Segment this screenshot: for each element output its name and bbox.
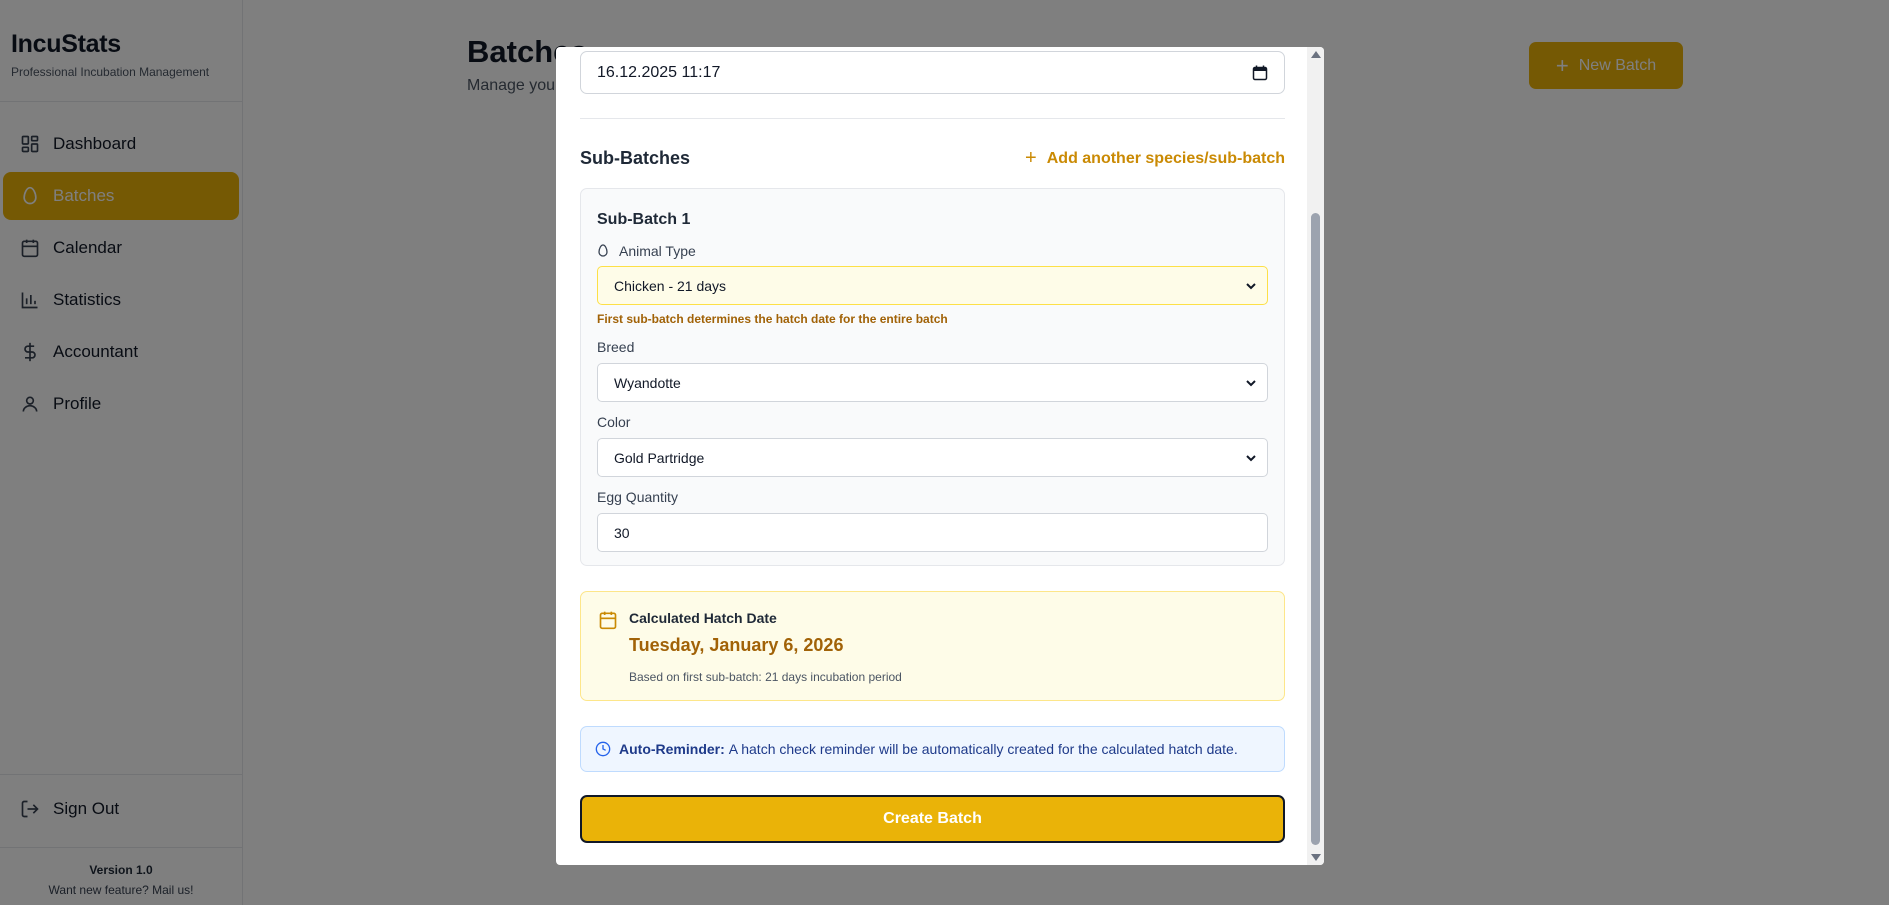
sub-batches-label: Sub-Batches — [580, 148, 691, 168]
auto-reminder-notice: Auto-Reminder: A hatch check reminder wi… — [580, 726, 1285, 772]
hatch-date-note: Based on first sub-batch: 21 days incuba… — [629, 670, 902, 684]
chevron-down-icon — [1246, 454, 1256, 461]
hatch-date-label: Calculated Hatch Date — [629, 610, 777, 626]
start-date-input[interactable]: 16.12.2025 11:17 — [580, 51, 1285, 94]
hatch-date-box: Calculated Hatch Date Tuesday, January 6… — [580, 591, 1285, 701]
color-label: Color — [597, 414, 631, 430]
color-value: Gold Partridge — [614, 449, 705, 466]
breed-label: Breed — [597, 339, 635, 355]
clock-icon — [595, 741, 611, 757]
sub-batch-title: Sub-Batch 1 — [597, 211, 691, 228]
scroll-down-arrow[interactable] — [1311, 854, 1321, 861]
auto-reminder-title: Auto-Reminder: — [619, 741, 725, 757]
animal-type-hint: First sub-batch determines the hatch dat… — [597, 312, 948, 326]
breed-value: Wyandotte — [614, 374, 681, 391]
add-sub-batch-label: Add another species/sub-batch — [1046, 149, 1285, 167]
scroll-up-arrow[interactable] — [1311, 51, 1321, 58]
animal-type-value: Chicken - 21 days — [614, 277, 727, 294]
hatch-date-value: Tuesday, January 6, 2026 — [629, 635, 844, 655]
breed-select[interactable]: Wyandotte — [597, 363, 1268, 402]
calendar-icon — [599, 611, 617, 630]
sub-batch-card: Sub-Batch 1 Animal Type Chicken - 21 day… — [580, 188, 1285, 566]
start-date-value: 16.12.2025 11:17 — [597, 63, 721, 81]
animal-type-label: Animal Type — [597, 243, 696, 259]
egg-quantity-value: 30 — [614, 524, 630, 541]
new-batch-modal: 16.12.2025 11:17 Sub-Batches + Add anoth… — [556, 47, 1324, 865]
chevron-down-icon — [1246, 379, 1256, 386]
calendar-picker-icon[interactable] — [1252, 65, 1268, 81]
scroll-thumb[interactable] — [1311, 213, 1320, 845]
egg-icon — [598, 244, 608, 257]
sub-batches-header: Sub-Batches + Add another species/sub-ba… — [580, 147, 1285, 170]
egg-quantity-label: Egg Quantity — [597, 489, 678, 505]
add-sub-batch-button[interactable]: + Add another species/sub-batch — [1025, 147, 1285, 170]
plus-icon: + — [1025, 147, 1037, 169]
animal-type-select[interactable]: Chicken - 21 days — [597, 266, 1268, 305]
color-select[interactable]: Gold Partridge — [597, 438, 1268, 477]
animal-type-label-text: Animal Type — [619, 243, 696, 259]
egg-quantity-input[interactable]: 30 — [597, 513, 1268, 552]
chevron-down-icon — [1246, 282, 1256, 289]
create-batch-button[interactable]: Create Batch — [580, 795, 1285, 843]
divider — [580, 118, 1285, 119]
modal-scrollbar[interactable] — [1307, 47, 1324, 865]
auto-reminder-text: A hatch check reminder will be automatic… — [728, 741, 1238, 757]
